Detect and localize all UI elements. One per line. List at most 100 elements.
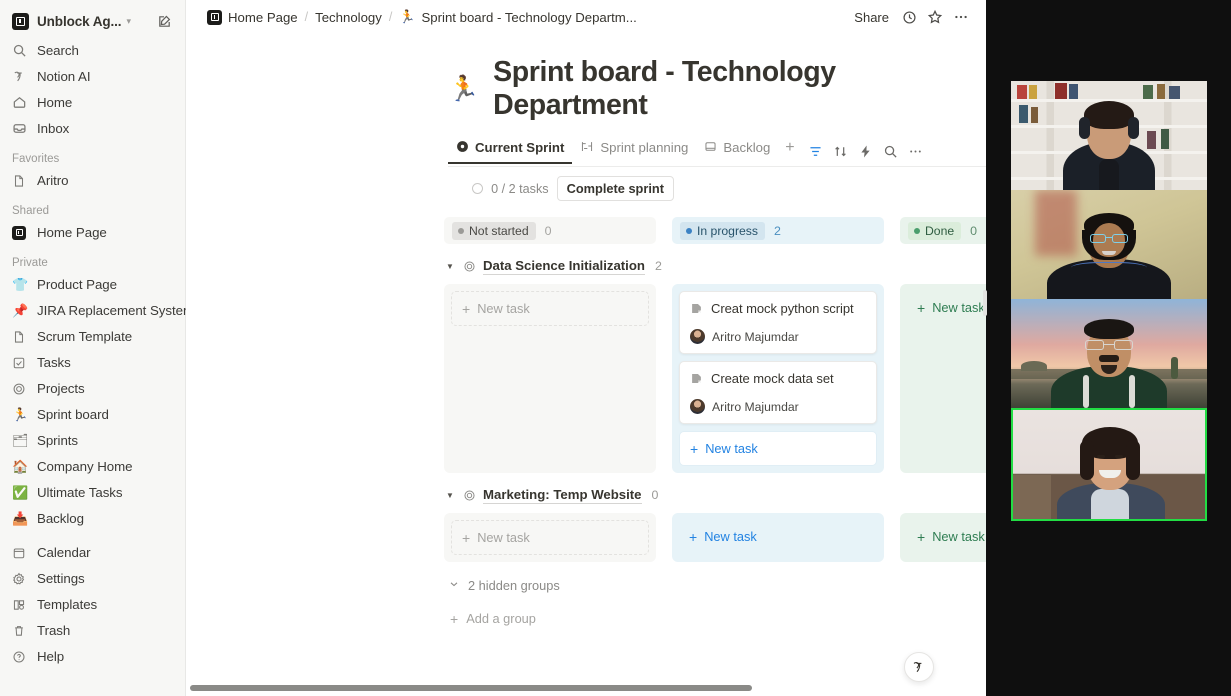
chevron-down-icon: ▾ bbox=[126, 15, 131, 26]
sidebar-item-ultimate-tasks[interactable]: ✅ Ultimate Tasks bbox=[6, 480, 179, 505]
sidebar-label: Inbox bbox=[37, 121, 70, 136]
search-icon bbox=[12, 42, 31, 59]
sidebar-item-sprint-board[interactable]: 🏃 Sprint board bbox=[6, 402, 179, 427]
sidebar-item-aritro[interactable]: Aritro bbox=[6, 168, 179, 193]
tab-current-sprint[interactable]: Current Sprint bbox=[448, 140, 573, 164]
task-card[interactable]: Creat mock python script Aritro Majumdar bbox=[679, 291, 877, 354]
sidebar-item-company-home[interactable]: 🏠 Company Home bbox=[6, 454, 179, 479]
sidebar-primary-nav: Search Notion AI Home Inbox bbox=[6, 38, 179, 142]
more-options-icon[interactable] bbox=[948, 4, 974, 30]
group-columns: + New task + New task + New task bbox=[444, 513, 986, 562]
group-header[interactable]: ▼ Data Science Initialization 2 bbox=[444, 254, 974, 278]
group-name[interactable]: Data Science Initialization bbox=[483, 258, 645, 275]
task-count-label: 0 / 2 tasks bbox=[491, 181, 549, 196]
caret-down-icon[interactable]: ▼ bbox=[446, 262, 456, 271]
sidebar-item-notion-ai[interactable]: Notion AI bbox=[6, 64, 179, 89]
assignee-name: Aritro Majumdar bbox=[712, 329, 799, 344]
new-task-button[interactable]: + New task bbox=[679, 520, 877, 553]
sidebar-item-inbox[interactable]: Inbox bbox=[6, 116, 179, 141]
breadcrumb-technology[interactable]: Technology bbox=[310, 8, 387, 27]
sidebar-item-home-page[interactable]: Home Page bbox=[6, 220, 179, 245]
workspace-name: Unblock Ag... bbox=[37, 13, 122, 29]
plus-icon: + bbox=[462, 529, 471, 546]
breadcrumb-label: Technology bbox=[315, 9, 382, 25]
search-icon[interactable] bbox=[879, 140, 902, 163]
complete-sprint-button[interactable]: Complete sprint bbox=[556, 176, 674, 201]
group-name[interactable]: Marketing: Temp Website bbox=[483, 487, 642, 504]
emoji-runner-icon[interactable]: 🏃 bbox=[448, 76, 479, 102]
page-title[interactable]: Sprint board - Technology Department bbox=[493, 56, 986, 122]
updates-icon[interactable] bbox=[897, 5, 922, 30]
horizontal-scrollbar[interactable] bbox=[186, 682, 986, 694]
filter-icon[interactable] bbox=[804, 140, 827, 163]
sidebar-item-product-page[interactable]: 👕 Product Page bbox=[6, 272, 179, 297]
tab-sprint-planning[interactable]: Sprint planning bbox=[572, 140, 696, 163]
sidebar-item-help[interactable]: Help bbox=[6, 644, 179, 669]
participant-tile-1[interactable] bbox=[1010, 81, 1207, 190]
more-options-icon[interactable] bbox=[904, 140, 927, 163]
plus-icon: + bbox=[917, 528, 926, 545]
sidebar-label: Aritro bbox=[37, 173, 69, 188]
sidebar: Unblock Ag... ▾ Search Notion AI Home In… bbox=[0, 0, 194, 696]
column-header-done[interactable]: Done 0 bbox=[900, 217, 986, 244]
favorite-star-icon[interactable] bbox=[922, 4, 948, 30]
group-header[interactable]: ▼ Marketing: Temp Website 0 bbox=[444, 483, 974, 507]
share-button[interactable]: Share bbox=[846, 6, 897, 29]
checkbox-icon bbox=[12, 354, 31, 371]
add-view-button[interactable]: + bbox=[778, 139, 801, 164]
hidden-groups-toggle[interactable]: 2 hidden groups bbox=[448, 578, 974, 593]
add-group-button[interactable]: + Add a group bbox=[450, 611, 974, 626]
workspace-icon bbox=[12, 12, 29, 30]
sidebar-item-templates[interactable]: Templates bbox=[6, 592, 179, 617]
group-count: 0 bbox=[651, 488, 659, 502]
group-cell-in-progress: + New task bbox=[672, 513, 884, 562]
sidebar-item-settings[interactable]: Settings bbox=[6, 566, 179, 591]
new-task-button[interactable]: + New task bbox=[451, 520, 649, 555]
tab-backlog[interactable]: Backlog bbox=[696, 140, 778, 163]
sidebar-label: Settings bbox=[37, 571, 85, 586]
participant-tile-3[interactable] bbox=[1010, 299, 1207, 408]
column-header-in-progress[interactable]: In progress 2 bbox=[672, 217, 884, 244]
top-bar: Home Page / Technology / 🏃 Sprint board … bbox=[186, 0, 986, 34]
trash-icon bbox=[12, 622, 31, 639]
group-count: 2 bbox=[654, 259, 662, 273]
sidebar-item-trash[interactable]: Trash bbox=[6, 618, 179, 643]
tab-label: Current Sprint bbox=[475, 140, 565, 155]
sidebar-item-sprints[interactable]: 🗂 Sprints bbox=[6, 428, 179, 453]
sidebar-item-search[interactable]: Search bbox=[6, 38, 179, 63]
participant-tile-2[interactable] bbox=[1010, 190, 1207, 299]
new-task-label: New task bbox=[932, 300, 985, 315]
new-page-icon[interactable] bbox=[154, 11, 175, 32]
sidebar-item-projects[interactable]: Projects bbox=[6, 376, 179, 401]
participant-tile-4[interactable] bbox=[1010, 408, 1207, 521]
column-header-not-started[interactable]: Not started 0 bbox=[444, 217, 656, 244]
emoji-stack-icon: 🗂 bbox=[12, 433, 29, 448]
new-task-button[interactable]: + New task bbox=[451, 291, 649, 326]
sidebar-item-jira-replacement-system[interactable]: 📌 JIRA Replacement System bbox=[6, 298, 194, 323]
breadcrumb-label: Home Page bbox=[228, 9, 298, 25]
workspace-page-icon bbox=[12, 224, 31, 241]
sidebar-item-home[interactable]: Home bbox=[6, 90, 179, 115]
scrollbar-thumb[interactable] bbox=[190, 685, 752, 691]
breadcrumb-sprint-board[interactable]: 🏃 Sprint board - Technology Departm... bbox=[394, 7, 641, 27]
page-content: 🏃 Sprint board - Technology Department C… bbox=[186, 34, 986, 696]
sort-icon[interactable] bbox=[829, 140, 852, 163]
sidebar-label: Scrum Template bbox=[37, 329, 133, 344]
sidebar-item-tasks[interactable]: Tasks bbox=[6, 350, 179, 375]
workspace-switcher[interactable]: Unblock Ag... ▾ bbox=[6, 4, 179, 38]
new-task-button[interactable]: + New task bbox=[907, 520, 986, 553]
panel-resize-handle[interactable] bbox=[983, 290, 987, 316]
task-card[interactable]: Create mock data set Aritro Majumdar bbox=[679, 361, 877, 424]
sidebar-bottom-nav: Calendar Settings Templates Trash Help bbox=[6, 540, 179, 696]
sidebar-item-backlog[interactable]: 📥 Backlog bbox=[6, 506, 179, 531]
sidebar-item-calendar[interactable]: Calendar bbox=[6, 540, 179, 565]
new-task-label: New task bbox=[477, 301, 530, 316]
automation-icon[interactable] bbox=[854, 140, 877, 163]
sidebar-label: Tasks bbox=[37, 355, 71, 370]
sidebar-item-scrum-template[interactable]: Scrum Template bbox=[6, 324, 179, 349]
new-task-button[interactable]: + New task bbox=[907, 291, 986, 324]
breadcrumb-home-page[interactable]: Home Page bbox=[202, 8, 303, 27]
caret-down-icon[interactable]: ▼ bbox=[446, 491, 456, 500]
new-task-button[interactable]: + New task bbox=[679, 431, 877, 466]
notion-ai-fab-button[interactable] bbox=[904, 652, 934, 682]
